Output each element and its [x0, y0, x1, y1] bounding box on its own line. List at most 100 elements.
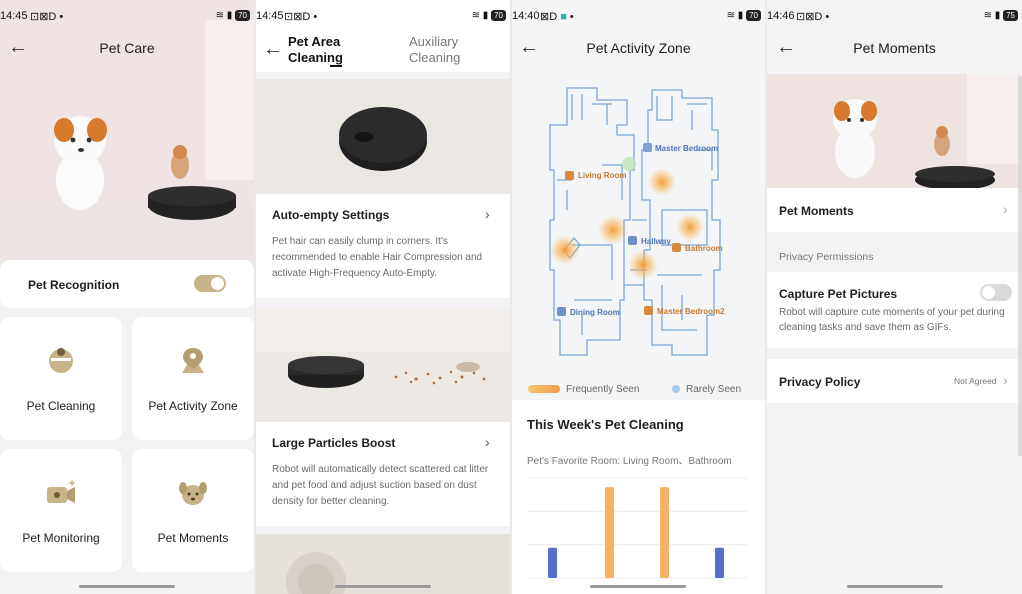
camera-sparkle-icon	[47, 479, 76, 503]
wifi-icon: ≋	[983, 10, 993, 22]
section-description: Pet hair can easily clump in corners. It…	[272, 236, 483, 279]
notification-icons: ⊡⊠D •	[30, 11, 64, 23]
capture-pictures-toggle[interactable]	[980, 284, 1012, 301]
weekly-title: This Week's Pet Cleaning	[527, 417, 684, 432]
robot-top-view-image	[256, 79, 510, 194]
tile-label: Pet Monitoring	[22, 531, 100, 545]
tile-label: Pet Activity Zone	[148, 399, 238, 413]
home-indicator[interactable]	[335, 585, 431, 588]
chevron-right-icon: ›	[1003, 372, 1008, 388]
auto-empty-photo	[256, 79, 510, 194]
home-indicator[interactable]	[79, 585, 175, 588]
chart-bar	[548, 547, 557, 578]
hallway-icon	[628, 236, 637, 245]
status-bar: 14:45 ⊡⊠D • ≋ ▮ 70	[0, 0, 254, 34]
heat-spot	[676, 213, 704, 241]
tab-pet-area-cleaning[interactable]: Pet Area Cleaning	[288, 34, 358, 66]
tab-auxiliary-cleaning[interactable]: Auxiliary Cleaning	[409, 34, 479, 66]
battery-icon: 70	[491, 10, 506, 21]
section-title: Auto-empty Settings	[272, 208, 390, 222]
pet-recognition-label: Pet Recognition	[28, 278, 120, 292]
tile-label: Pet Moments	[157, 531, 229, 545]
privacy-section-header: Privacy Permissions	[779, 251, 874, 263]
auto-empty-card[interactable]: Auto-empty Settings › Pet hair can easil…	[256, 194, 510, 298]
notification-icons: ⊡⊠D •	[796, 11, 830, 23]
pet-care-screen: 14:45 ⊡⊠D • ≋ ▮ 70 ← Pet Care Pet Recogn…	[0, 0, 254, 594]
battery-icon: 70	[235, 10, 250, 21]
chevron-right-icon: ›	[485, 434, 490, 450]
heat-spot	[550, 235, 580, 265]
location-pin-icon	[182, 348, 204, 373]
weekly-cleaning-card: This Week's Pet Cleaning Pet's Favorite …	[512, 400, 765, 594]
tab-bar: ← Pet Area Cleaning Auxiliary Cleaning	[256, 34, 510, 72]
battery-icon: 70	[746, 10, 761, 21]
privacy-policy-status: Not Agreed	[954, 376, 997, 386]
room-label: Master Bedroom	[655, 144, 718, 153]
notification-icons: ⊠D ■ •	[540, 11, 574, 23]
pet-moments-label: Pet Moments	[779, 204, 854, 218]
home-indicator[interactable]	[590, 585, 686, 588]
room-label: Dining Room	[570, 308, 620, 317]
capture-pictures-description: Robot will capture cute moments of your …	[779, 307, 1005, 333]
toggle-knob	[982, 286, 995, 299]
rare-legend-swatch	[672, 385, 680, 393]
large-particles-card[interactable]: Large Particles Boost › Robot will autom…	[256, 422, 510, 526]
pet-recognition-toggle[interactable]	[194, 275, 226, 292]
page-title: Pet Care	[99, 40, 155, 56]
heat-spot	[628, 250, 658, 280]
home-indicator[interactable]	[847, 585, 943, 588]
signal-icon: ▮	[994, 10, 1001, 22]
privacy-policy-label: Privacy Policy	[779, 375, 861, 389]
robot-vacuum-icon	[49, 348, 73, 373]
capture-pictures-row: Capture Pet Pictures Robot will capture …	[767, 272, 1022, 348]
section-description: Robot will automatically detect scattere…	[272, 464, 489, 507]
frequent-legend-swatch	[528, 385, 560, 393]
scrollbar[interactable]	[1018, 76, 1022, 456]
bath-icon	[672, 243, 681, 252]
chart-bar	[605, 487, 614, 578]
rare-legend-label: Rarely Seen	[686, 384, 742, 395]
room-label: Hallway	[641, 237, 671, 246]
heat-spot	[598, 215, 628, 245]
large-particles-photo	[256, 307, 510, 422]
weekly-cleaning-chart	[527, 477, 747, 579]
toggle-knob	[211, 277, 224, 290]
privacy-policy-row[interactable]: Privacy Policy Not Agreed ›	[767, 359, 1022, 403]
heat-spot	[648, 168, 676, 196]
bed-icon	[644, 306, 653, 315]
page-title: Pet Activity Zone	[586, 40, 691, 56]
status-bar: 14:45 ⊡⊠D • ≋ ▮ 70	[256, 0, 510, 34]
back-arrow-icon[interactable]: ←	[263, 38, 283, 61]
sofa-icon	[565, 171, 574, 180]
system-icons: ≋ ▮ 70	[727, 10, 761, 21]
active-tab-indicator	[330, 65, 342, 67]
status-time: 14:45	[256, 10, 284, 22]
chevron-right-icon: ›	[485, 206, 490, 222]
tile-pet-moments[interactable]: Pet Moments	[132, 449, 254, 572]
pet-area-cleaning-screen: 14:45 ⊡⊠D • ≋ ▮ 70 ← Pet Area Cleaning A…	[256, 0, 510, 594]
robot-floor-image	[256, 307, 510, 422]
status-bar: 14:46 ⊡⊠D • ≋ ▮ 75	[767, 0, 1022, 34]
wifi-icon: ≋	[726, 10, 736, 22]
pet-recognition-row: Pet Recognition	[0, 260, 254, 308]
room-label: Bathroom	[685, 244, 723, 253]
pet-moments-screen: 14:46 ⊡⊠D • ≋ ▮ 75 ← Pet Moments Pet Mom…	[767, 0, 1022, 594]
tile-label: Pet Cleaning	[26, 399, 96, 413]
status-time: 14:45	[0, 10, 28, 22]
system-icons: ≋ ▮ 70	[216, 10, 250, 21]
system-icons: ≋ ▮ 75	[984, 10, 1018, 21]
status-time: 14:40	[512, 10, 540, 22]
chevron-right-icon: ›	[1003, 201, 1008, 217]
pet-activity-zone-screen: 14:40 ⊠D ■ • ≋ ▮ 70 ← Pet Activity Zone	[512, 0, 765, 594]
dining-icon	[557, 307, 566, 316]
signal-icon: ▮	[737, 10, 744, 22]
tile-pet-cleaning[interactable]: Pet Cleaning	[0, 317, 122, 440]
pet-moments-row[interactable]: Pet Moments ›	[767, 188, 1022, 232]
signal-icon: ▮	[226, 10, 233, 22]
activity-heatmap-map: Master Bedroom Living Room Hallway Bathr…	[549, 87, 725, 356]
system-icons: ≋ ▮ 70	[472, 10, 506, 21]
room-label: Master Bedroom2	[657, 307, 725, 316]
tile-pet-monitoring[interactable]: Pet Monitoring	[0, 449, 122, 572]
tile-pet-activity-zone[interactable]: Pet Activity Zone	[132, 317, 254, 440]
frequent-legend-label: Frequently Seen	[566, 384, 640, 395]
